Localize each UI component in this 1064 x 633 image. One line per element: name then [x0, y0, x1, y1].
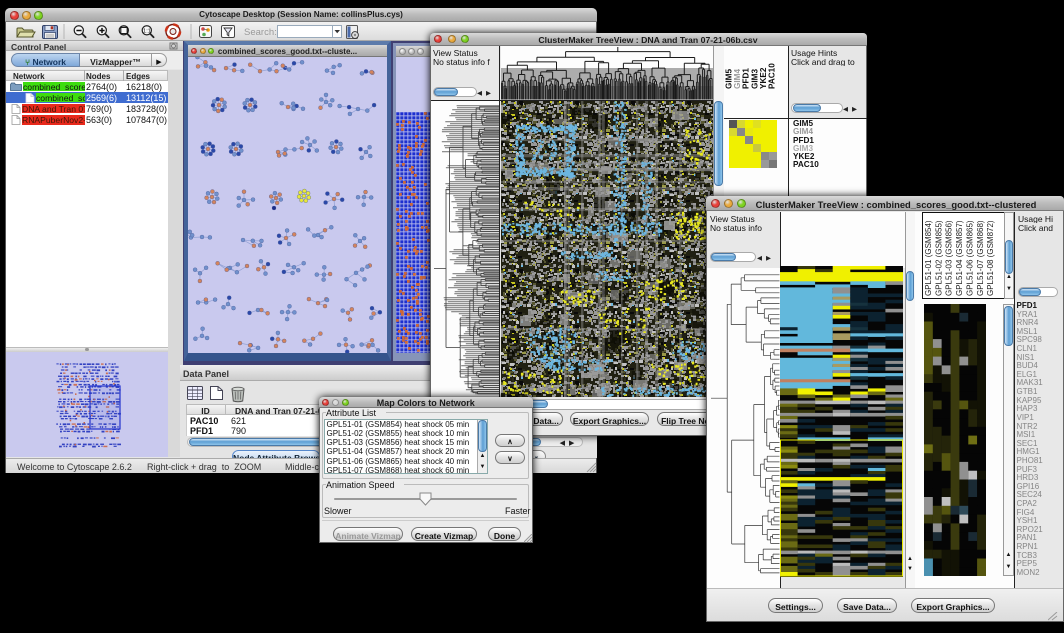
svg-text:GPL51-02 (GSM855): GPL51-02 (GSM855): [934, 220, 943, 296]
svg-text:GPL51-08 (GSM872): GPL51-08 (GSM872): [986, 220, 995, 296]
svg-text:PAC10: PAC10: [767, 63, 776, 89]
svg-text:GPL51-07 (GSM868): GPL51-07 (GSM868): [975, 220, 984, 296]
svg-text:GPL51-04 (GSM857): GPL51-04 (GSM857): [955, 220, 964, 296]
svg-text:Search:: Search:: [244, 27, 277, 38]
svg-text:GPL51-01 (GSM854): GPL51-01 (GSM854): [924, 220, 933, 296]
svg-text:GPL51-06 (GSM865): GPL51-06 (GSM865): [965, 220, 974, 296]
svg-text:GPL51-03 (GSM856): GPL51-03 (GSM856): [944, 220, 953, 296]
svg-text:1:1: 1:1: [143, 29, 151, 35]
